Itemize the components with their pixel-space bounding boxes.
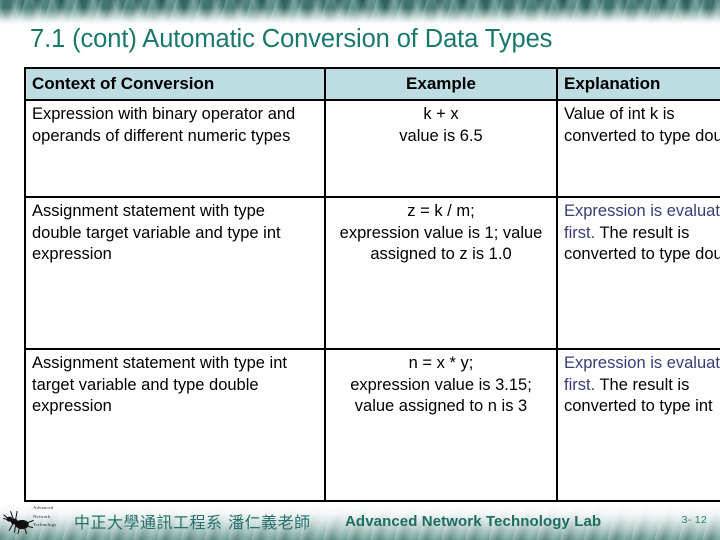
cell-example: z = k / m; expression value is 1; value … (324, 196, 558, 350)
example-line-1: z = k / m; (407, 202, 475, 220)
example-line-2: expression value is 1; value assigned to… (339, 223, 543, 264)
logo-wordmark: Advanced Network Technology (33, 504, 77, 530)
table-header-row: Context of Conversion Example Explanatio… (24, 67, 720, 101)
page-number: 3- 12 (681, 514, 707, 526)
lab-logo: Advanced Network Technology (2, 504, 74, 538)
cell-explanation: Expression is evaluated first. The resul… (556, 196, 720, 350)
cell-explanation: Value of int k is converted to type doub… (556, 99, 720, 198)
column-header-example: Example (324, 67, 558, 101)
table-row: Expression with binary operator and oper… (24, 99, 720, 198)
conversion-table: Context of Conversion Example Explanatio… (24, 67, 720, 502)
page-title: 7.1 (cont) Automatic Conversion of Data … (30, 25, 553, 53)
cell-example: n = x * y; expression value is 3.15; val… (324, 348, 558, 502)
column-header-context: Context of Conversion (24, 67, 326, 101)
logo-line-1: Advanced (33, 505, 54, 510)
top-banner-graphic (0, 0, 720, 26)
insect-icon (3, 510, 34, 535)
example-line-1: k + x (423, 105, 459, 123)
cell-explanation: Expression is evaluated first. The resul… (556, 348, 720, 502)
example-line-1: n = x * y; (408, 354, 474, 372)
example-line-2: expression value is 3.15; value assigned… (350, 375, 532, 416)
cell-context: Expression with binary operator and oper… (24, 99, 326, 198)
cell-context: Assignment statement with type int targe… (24, 348, 326, 502)
table-row: Assignment statement with type int targe… (24, 348, 720, 502)
explanation-plain: Value of int k is converted to type doub… (564, 105, 720, 145)
table-row: Assignment statement with type double ta… (24, 196, 720, 350)
example-line-2: value is 6.5 (399, 126, 483, 145)
logo-line-3: Technology (33, 522, 57, 528)
footer-chinese-credit: 中正大學通訊工程系 潘仁義老師 (74, 513, 311, 532)
cell-context: Assignment statement with type double ta… (24, 196, 326, 350)
footer-lab-name: Advanced Network Technology Lab (345, 513, 602, 530)
logo-line-2: Network (33, 513, 51, 519)
column-header-explanation: Explanation (556, 67, 720, 101)
cell-example: k + x value is 6.5 (324, 99, 558, 198)
